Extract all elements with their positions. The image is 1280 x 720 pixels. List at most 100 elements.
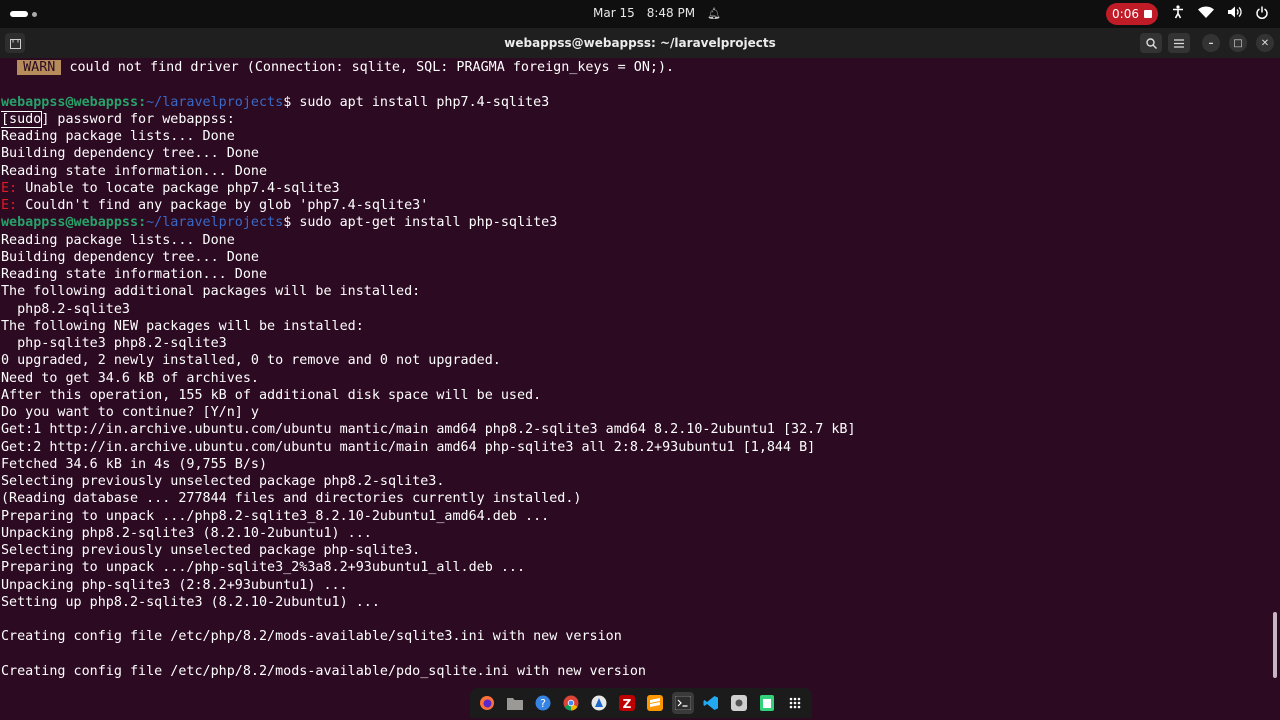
search-button[interactable] [1140, 33, 1162, 53]
accessibility-icon [1173, 5, 1183, 19]
svg-text:?: ? [540, 697, 546, 710]
output-line: php8.2-sqlite3 [1, 301, 130, 317]
terminal-output[interactable]: WARN could not find driver (Connection: … [1, 59, 1271, 687]
dock-app-screenshot[interactable] [728, 692, 750, 714]
screen-recording-indicator[interactable]: 0:06 [1106, 3, 1158, 25]
dock-app-text-editor[interactable] [756, 692, 778, 714]
output-line: Get:2 http://in.archive.ubuntu.com/ubunt… [1, 439, 816, 455]
terminal-icon [675, 696, 691, 710]
dock-app-vscode[interactable] [700, 692, 722, 714]
dock-app-terminal[interactable] [672, 692, 694, 714]
recording-time: 0:06 [1112, 7, 1139, 21]
sudo-line: [sudo] password for webappss: [1, 110, 1271, 128]
prompt-path: ~/laravelprojects [146, 215, 284, 231]
minimize-icon: – [1208, 37, 1214, 49]
sudo-label: [sudo [1, 110, 43, 128]
dock-app-chrome[interactable] [560, 692, 582, 714]
output-line: Reading package lists... Done [1, 129, 235, 144]
output-line: Unpacking php-sqlite3 (2:8.2+93ubuntu1) … [1, 577, 348, 593]
stop-icon [1143, 10, 1152, 18]
window-title: webappss@webappss: ~/laravelprojects [504, 36, 776, 50]
output-line: Preparing to unpack .../php8.2-sqlite3_8… [1, 508, 550, 524]
terminal-scrollbar[interactable] [1273, 612, 1277, 678]
date-label: Mar 15 [593, 6, 635, 20]
files-icon [507, 698, 523, 710]
prompt-user: webappss@webappss [1, 94, 139, 110]
command-text: sudo apt-get install php-sqlite3 [299, 215, 558, 231]
system-tray[interactable] [1172, 5, 1268, 19]
error-text: Unable to locate package php7.4-sqlite3 [25, 180, 340, 196]
sudo-text: ] password for webappss: [41, 111, 235, 127]
minimize-button[interactable]: – [1202, 34, 1220, 52]
system-top-bar: Mar 15 8:48 PM 🔔︎ 0:06 [0, 0, 1280, 28]
output-line: Building dependency tree... Done [1, 146, 259, 162]
dock-app-grid[interactable] [784, 692, 806, 714]
bell-icon: 🔔︎ [707, 6, 722, 20]
dock-app-help[interactable]: ? [532, 692, 554, 714]
dock-app-firefox[interactable] [476, 692, 498, 714]
error-line: E: Unable to locate package php7.4-sqlit… [1, 180, 1271, 197]
svg-text:Z: Z [623, 697, 632, 711]
filezilla-icon: Z [619, 695, 635, 711]
app-grid-icon [789, 697, 801, 709]
maximize-icon: □ [1233, 37, 1243, 49]
text-editor-icon [760, 695, 774, 711]
command-text: sudo apt install php7.4-sqlite3 [299, 94, 550, 110]
output-line: Fetched 34.6 kB in 4s (9,755 B/s) [1, 456, 268, 472]
output-line: Get:1 http://in.archive.ubuntu.com/ubunt… [1, 422, 856, 438]
vscode-icon [703, 696, 718, 710]
warn-badge: WARN [17, 60, 62, 75]
output-line: Reading state information... Done [1, 267, 268, 282]
output-line: Building dependency tree... Done [1, 249, 259, 265]
output-line: Selecting previously unselected package … [1, 543, 421, 558]
time-label: 8:48 PM [646, 6, 696, 20]
chrome-icon [563, 695, 579, 711]
error-prefix: E: [1, 198, 18, 213]
dock-app-filezilla[interactable]: Z [616, 692, 638, 714]
prompt-path: ~/laravelprojects [146, 94, 284, 110]
error-line: E: Couldn't find any package by glob 'ph… [1, 197, 1271, 214]
output-line: Preparing to unpack .../php-sqlite3_2%3a… [1, 560, 526, 576]
clock[interactable]: Mar 15 8:48 PM 🔔︎ [593, 6, 721, 20]
dock-app-app-center[interactable] [588, 692, 610, 714]
prompt-line: webappss@webappss:~/laravelprojects$ sud… [1, 94, 550, 110]
error-prefix: E: [1, 180, 18, 196]
dock-app-files[interactable] [504, 692, 526, 714]
dock-app-sublime[interactable] [644, 692, 666, 714]
output-line: The following NEW packages will be insta… [1, 318, 364, 334]
output-line: Need to get 34.6 kB of archives. [1, 370, 259, 386]
hamburger-menu-icon [1174, 38, 1184, 48]
output-line: After this operation, 155 kB of addition… [1, 387, 542, 403]
warn-text: could not find driver (Connection: sqlit… [69, 60, 675, 75]
output-line: Creating config file /etc/php/8.2/mods-a… [1, 629, 622, 645]
power-icon [1256, 6, 1268, 19]
volume-icon [1228, 6, 1242, 18]
activities-indicator[interactable] [10, 11, 37, 17]
output-line: Unpacking php8.2-sqlite3 (8.2.10-2ubuntu… [1, 525, 372, 541]
screenshot-icon [731, 695, 747, 711]
prompt-user: webappss@webappss [1, 215, 139, 231]
help-icon: ? [535, 695, 551, 711]
output-line: (Reading database ... 277844 files and d… [1, 491, 582, 507]
output-line: Selecting previously unselected package … [1, 474, 445, 489]
output-line: Do you want to continue? [Y/n] y [1, 405, 259, 420]
app-center-icon [591, 695, 607, 711]
warn-line: WARN could not find driver (Connection: … [1, 59, 1271, 76]
output-line: The following additional packages will b… [1, 284, 421, 300]
wifi-icon [1198, 6, 1214, 18]
maximize-button[interactable]: □ [1229, 34, 1247, 52]
output-line: 0 upgraded, 2 newly installed, 0 to remo… [1, 353, 501, 369]
workspace-active-pill [10, 11, 28, 17]
menu-button[interactable] [1168, 33, 1190, 53]
search-icon [1145, 37, 1157, 49]
terminal-header-bar: webappss@webappss: ~/laravelprojects – □… [0, 28, 1280, 58]
output-line: Reading state information... Done [1, 163, 268, 179]
error-text: Couldn't find any package by glob 'php7.… [25, 198, 429, 213]
workspace-dot [32, 11, 37, 17]
close-button[interactable]: ✕ [1256, 34, 1274, 52]
output-line: Creating config file /etc/php/8.2/mods-a… [1, 663, 646, 679]
dock: ? Z [470, 688, 812, 718]
